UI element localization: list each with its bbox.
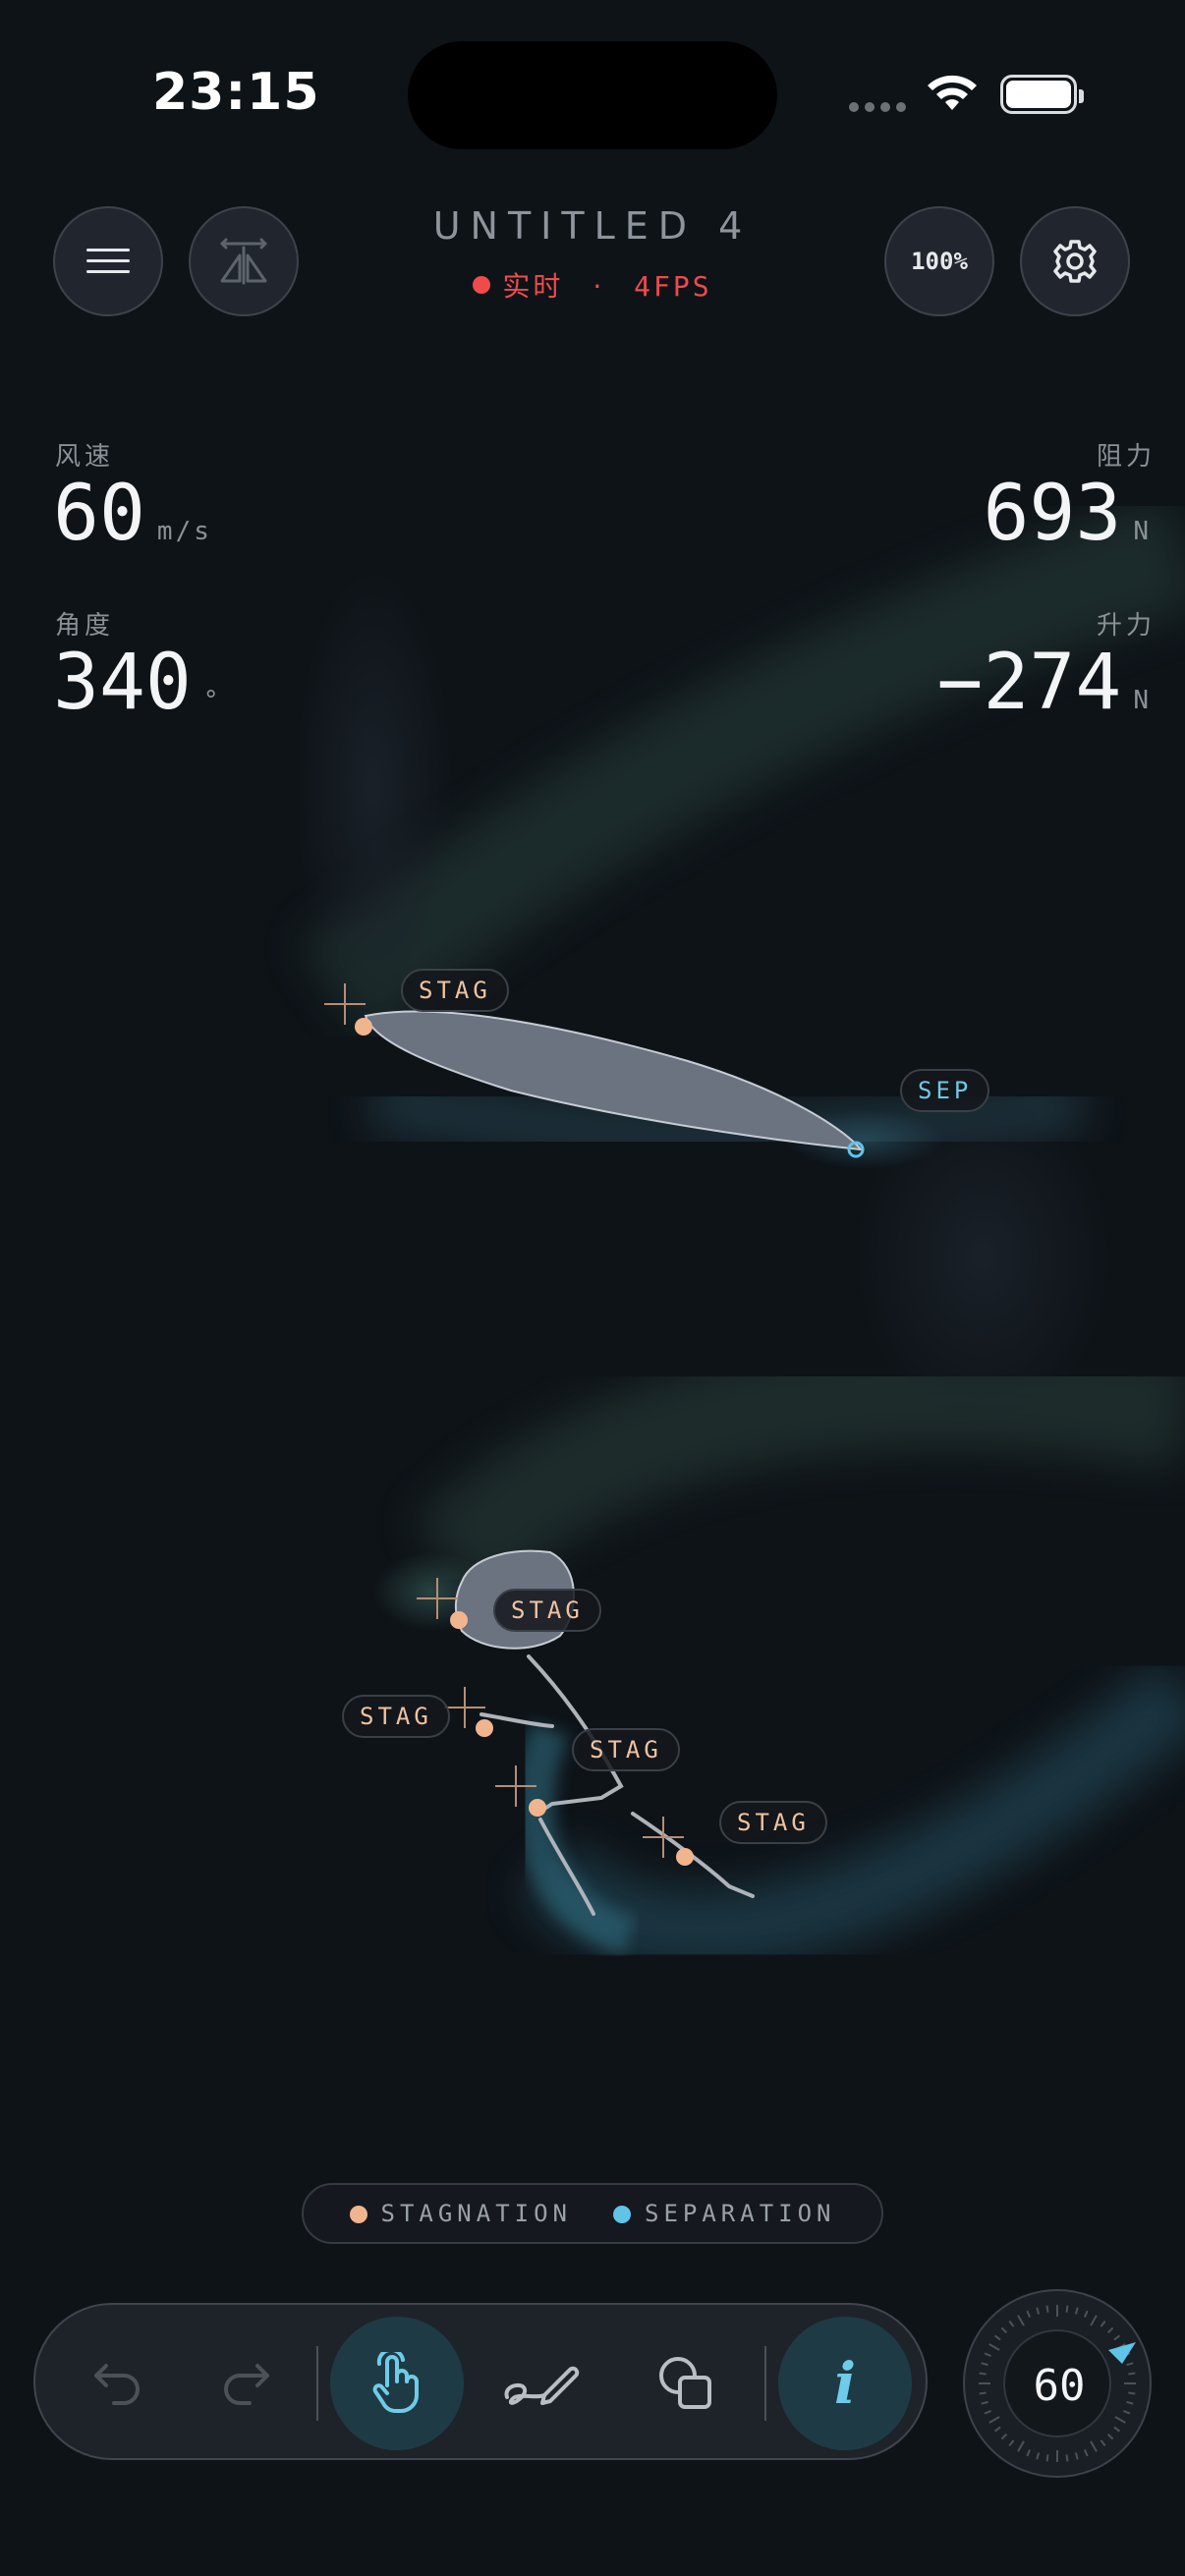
undo-button[interactable] [51, 2317, 185, 2450]
info-icon: i [833, 2350, 857, 2417]
battery-icon [1000, 75, 1084, 114]
sep-label: SEP [900, 1069, 990, 1112]
stag-label: STAG [342, 1695, 450, 1738]
dial-value: 60 [1033, 2360, 1086, 2411]
dynamic-island [408, 41, 777, 149]
zoom-level: 100% [911, 248, 968, 275]
live-label: 实时 [502, 270, 564, 303]
draw-tool-button[interactable] [474, 2317, 607, 2450]
angle-value[interactable]: 340 ° [53, 639, 222, 727]
pencil-draw-icon [504, 2366, 580, 2405]
wind-speed-dial[interactable]: 60 [963, 2289, 1152, 2478]
fps-label: 4FPS [634, 270, 712, 303]
stag-label: STAG [401, 969, 509, 1012]
shapes-tool-button[interactable] [619, 2317, 753, 2450]
document-title[interactable]: UNTITLED 4 [0, 204, 1185, 248]
hand-pointer-icon [372, 2352, 419, 2413]
legend-stagnation: STAGNATION [349, 2200, 573, 2227]
toolbar-divider [316, 2346, 318, 2421]
legend-separation: SEPARATION [613, 2200, 836, 2227]
lift-label: 升力 [1096, 611, 1156, 641]
redo-button[interactable] [179, 2317, 312, 2450]
gear-icon [1053, 240, 1097, 283]
angle-unit: ° [202, 686, 222, 715]
zoom-button[interactable]: 100% [884, 206, 994, 316]
stag-label: STAG [493, 1589, 601, 1632]
live-dot-icon [473, 276, 491, 294]
cellular-signal-icon [849, 102, 906, 112]
status-time: 23:15 [152, 63, 320, 122]
live-status: 实时 · 4FPS [0, 265, 1185, 305]
stagnation-dot-icon [349, 2206, 367, 2223]
wind-speed-unit: m/s [156, 517, 212, 546]
stag-label: STAG [572, 1728, 680, 1771]
redo-icon [224, 2364, 269, 2405]
separation-dot-icon [613, 2206, 631, 2223]
pointer-tool-button[interactable] [330, 2317, 464, 2450]
wifi-icon [928, 75, 977, 110]
shapes-icon [659, 2357, 711, 2409]
info-button[interactable]: i [778, 2317, 912, 2450]
legend: STAGNATION SEPARATION [302, 2183, 883, 2244]
toolbar-divider [764, 2346, 766, 2421]
wind-speed-value[interactable]: 60 m/s [53, 470, 212, 558]
undo-icon [94, 2364, 140, 2405]
stag-label: STAG [719, 1801, 827, 1844]
wind-speed-label: 风速 [55, 442, 115, 472]
angle-label: 角度 [55, 611, 115, 641]
bottom-toolbar: i [33, 2303, 928, 2460]
drag-label: 阻力 [1096, 442, 1156, 472]
drag-value: 693 N [983, 470, 1152, 558]
drag-unit: N [1133, 517, 1152, 546]
lift-unit: N [1133, 686, 1152, 715]
lift-value: −274 N [936, 639, 1152, 727]
status-separator: · [592, 270, 605, 303]
settings-button[interactable] [1020, 206, 1130, 316]
